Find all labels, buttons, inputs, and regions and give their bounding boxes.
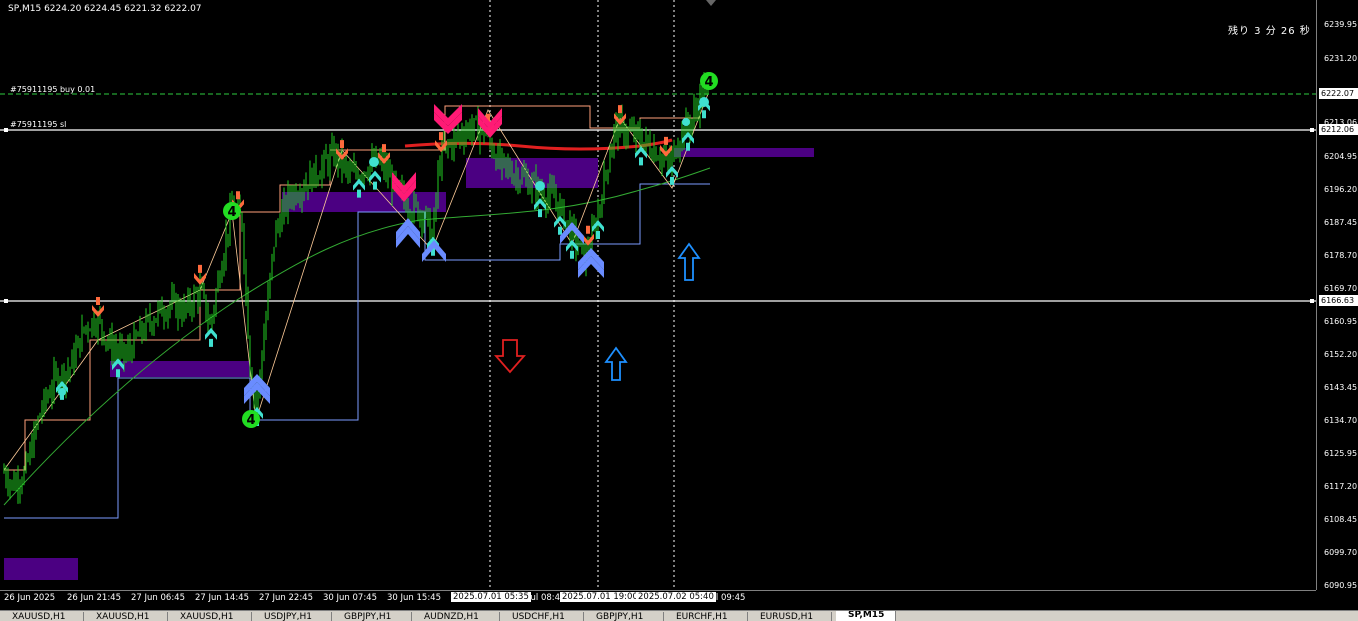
outline-down-arrow — [494, 339, 526, 374]
candle-countdown: 残り 3 分 26 秒 — [1228, 26, 1311, 37]
signal-dot — [682, 118, 690, 126]
price-label: 6204.95 — [1324, 152, 1358, 161]
price-label: 6152.20 — [1324, 350, 1358, 359]
price-label: 6143.45 — [1324, 383, 1358, 392]
time-label: 26 Jun 2025 — [4, 593, 56, 603]
signal-dot — [699, 97, 709, 107]
level-line-handle-right — [1310, 299, 1314, 303]
time-label: 30 Jun 15:45 — [387, 593, 441, 603]
zone-3 — [282, 192, 446, 212]
chart-tab-active[interactable]: SP,M15 — [836, 611, 896, 621]
price-label: 6125.95 — [1324, 449, 1358, 458]
buy-signal-arrow-icon — [205, 327, 217, 347]
chart-tabs-bar: XAUUSD,H1 XAUUSD,H1 XAUUSD,H1 USDJPY,H1 … — [0, 610, 1358, 621]
zigzag-badge-1: 4 — [223, 202, 241, 220]
crosshair-time-badge: 2025.07.01 05:35 — [451, 592, 531, 602]
symbol-info: SP,M15 6224.20 6224.45 6221.32 6222.07 — [8, 4, 202, 14]
outline-up-arrow-2 — [677, 242, 701, 281]
sl-line-handle-right — [1310, 128, 1314, 132]
price-label: 6231.20 — [1324, 54, 1358, 63]
signal-dot — [58, 388, 66, 396]
signal-dot — [535, 181, 545, 191]
time-label: 27 Jun 14:45 — [195, 593, 249, 603]
time-label: 27 Jun 22:45 — [259, 593, 313, 603]
crosshair-time-badge: 2025.07.02 05:40 — [636, 592, 716, 602]
zone-2 — [110, 361, 250, 377]
buy-order-label: #75911195 buy 0.01 — [10, 85, 96, 94]
top-marker-icon — [706, 0, 716, 6]
candles-group — [3, 72, 709, 504]
zigzag-badge-2-label: 4 — [246, 413, 255, 428]
sl-order-label: #75911195 sl — [10, 120, 67, 129]
time-axis[interactable]: 26 Jun 2025 26 Jun 21:45 27 Jun 06:45 27… — [0, 590, 1358, 610]
price-label: 6196.20 — [1324, 185, 1358, 194]
level-price-badge: 6166.63 — [1319, 295, 1358, 306]
time-label: 30 Jun 07:45 — [323, 593, 377, 603]
lower-step-line — [4, 183, 710, 519]
zone-1 — [4, 558, 78, 580]
zigzag-badge-3-label: 4 — [704, 75, 713, 90]
price-label: 6187.45 — [1324, 218, 1358, 227]
sl-line-handle-left — [4, 128, 8, 132]
price-label: 6108.45 — [1324, 515, 1358, 524]
price-label: 6169.70 — [1324, 284, 1358, 293]
zigzag-badge-3: 4 — [700, 72, 718, 90]
price-label: 6099.70 — [1324, 548, 1358, 557]
zigzag-badge-1-label: 4 — [227, 205, 236, 220]
price-chart[interactable]: 4 4 4 — [0, 0, 1316, 590]
zigzag-badge-2: 4 — [242, 410, 260, 428]
outline-up-arrow-1 — [604, 346, 628, 381]
price-label: 6090.95 — [1324, 581, 1358, 590]
level-line-handle-left — [4, 299, 8, 303]
price-label: 6160.95 — [1324, 317, 1358, 326]
price-label: 6178.70 — [1324, 251, 1358, 260]
buy-signal-arrow-icon — [635, 146, 647, 166]
signal-dot — [369, 157, 379, 167]
buy-signal-arrow-icon — [369, 170, 381, 190]
price-label: 6239.95 — [1324, 20, 1358, 29]
current-price-badge: 6222.07 — [1319, 88, 1358, 99]
big-buy-arrow-2 — [396, 218, 420, 248]
price-label: 6117.20 — [1324, 482, 1358, 491]
chart-area[interactable]: 4 4 4 SP,M15 6224.20 6224.45 6221.32 622… — [0, 0, 1316, 590]
time-label: 27 Jun 06:45 — [131, 593, 185, 603]
zone-5 — [674, 148, 814, 157]
sl-price-badge: 6212.06 — [1319, 124, 1358, 135]
time-label: 26 Jun 21:45 — [67, 593, 121, 603]
price-label: 6134.70 — [1324, 416, 1358, 425]
crosshair-time-badge: 2025.07.01 19:00 — [560, 592, 640, 602]
